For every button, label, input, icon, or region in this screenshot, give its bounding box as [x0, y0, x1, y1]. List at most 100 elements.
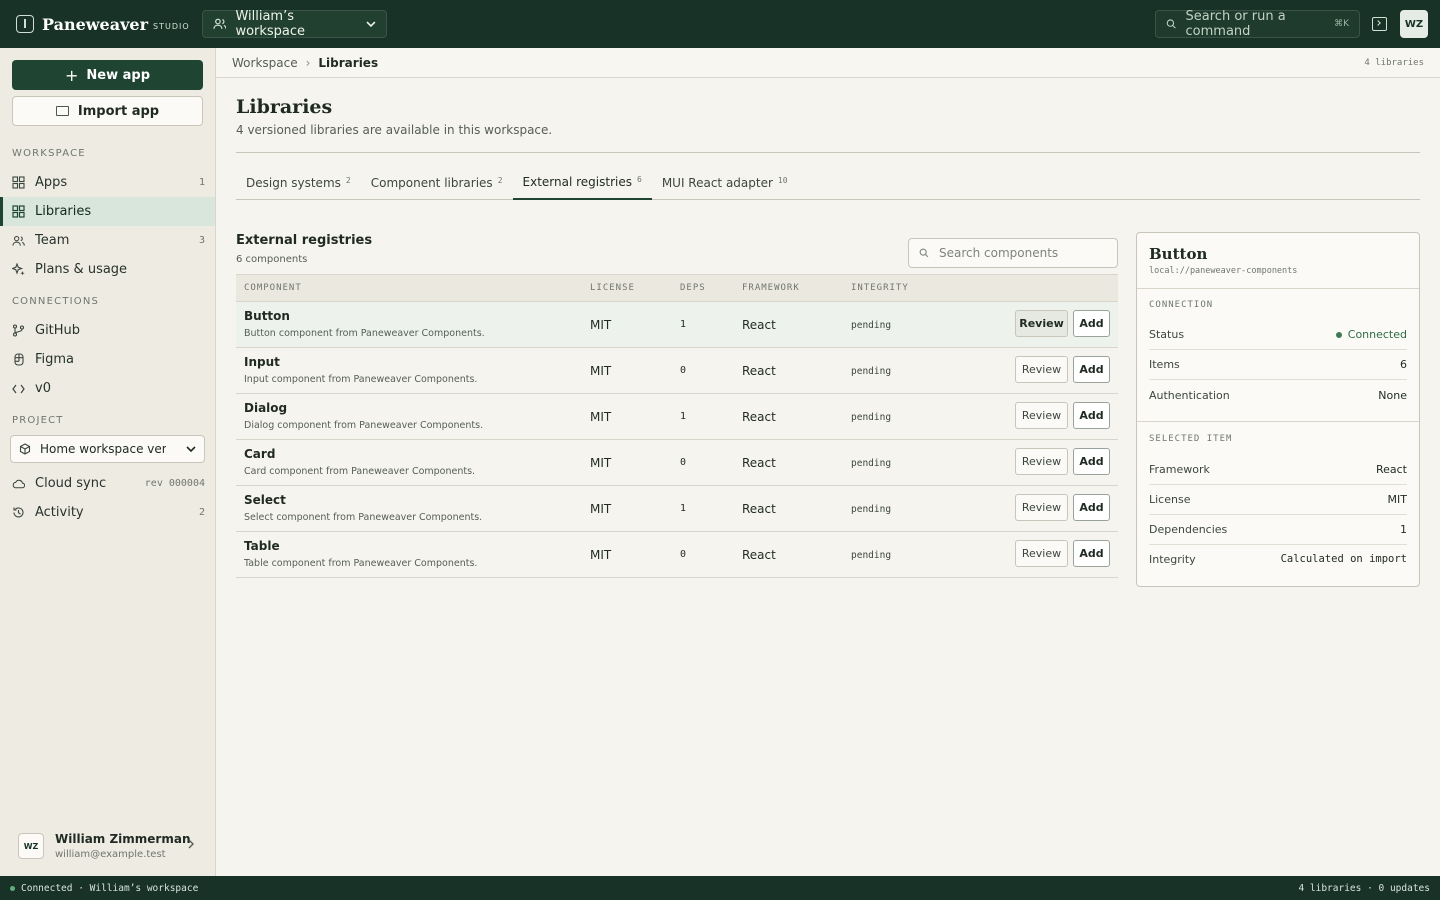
tab-external-registries[interactable]: External registries 6 — [512, 166, 652, 200]
review-button[interactable]: Review — [1015, 402, 1068, 429]
sidebar-item-apps[interactable]: Apps 1 — [0, 168, 215, 197]
detail-key: Items — [1149, 358, 1180, 371]
sidebar-item-libraries[interactable]: Libraries — [0, 197, 215, 226]
sidebar-item-count: 1 — [198, 177, 205, 188]
review-button[interactable]: Review — [1015, 494, 1068, 521]
sidebar-item-activity[interactable]: Activity 2 — [0, 498, 215, 527]
tab-count: 6 — [636, 174, 642, 184]
component-deps: 0 — [680, 457, 687, 468]
search-placeholder: Search components — [939, 246, 1059, 260]
sidebar-item-plans[interactable]: Plans & usage — [0, 255, 215, 284]
sidebar-item-github[interactable]: GitHub — [0, 316, 215, 345]
component-description: Input component from Paneweaver Componen… — [244, 374, 478, 385]
component-name: Card — [244, 447, 276, 461]
add-button[interactable]: Add — [1073, 494, 1110, 521]
sidebar-item-label: GitHub — [35, 323, 81, 338]
add-button[interactable]: Add — [1073, 356, 1110, 383]
section-subtitle: 6 components — [236, 254, 308, 265]
chevron-down-icon — [366, 21, 376, 27]
detail-value: 1 — [1400, 523, 1407, 536]
tab-design-systems[interactable]: Design systems 2 — [236, 166, 361, 200]
status-value: Connected — [1347, 328, 1407, 341]
sidebar-item-figma[interactable]: Figma — [0, 345, 215, 374]
component-deps: 1 — [680, 503, 687, 514]
review-button[interactable]: Review — [1015, 448, 1068, 475]
user-email: william@example.test — [55, 849, 166, 860]
tab-count: 2 — [345, 175, 351, 185]
component-name: Input — [244, 355, 280, 369]
table-row[interactable]: Dialog Dialog component from Paneweaver … — [236, 394, 1118, 440]
chevron-right-icon: › — [305, 55, 311, 70]
add-button[interactable]: Add — [1073, 402, 1110, 429]
code-icon — [12, 382, 25, 395]
column-header-framework: FRAMEWORK — [742, 283, 800, 293]
project-select-value: Home workspace version — [40, 442, 166, 456]
sidebar-item-v0[interactable]: v0 — [0, 374, 215, 403]
sidebar-item-label: Team — [35, 233, 70, 248]
command-search[interactable]: Search or run a command ⌘K — [1155, 9, 1360, 39]
component-framework: React — [742, 364, 776, 378]
folder-icon — [55, 106, 69, 116]
people-icon — [12, 234, 25, 247]
detail-value: None — [1378, 389, 1407, 402]
table-row[interactable]: Card Card component from Paneweaver Comp… — [236, 440, 1118, 486]
import-app-button[interactable]: Import app — [12, 96, 203, 126]
connection-dot-icon — [10, 885, 15, 891]
sidebar-item-label: Cloud sync — [35, 476, 107, 491]
terminal-icon[interactable] — [1372, 17, 1387, 31]
grid-icon — [12, 205, 25, 218]
detail-key: Status — [1149, 328, 1185, 341]
table-row[interactable]: Input Input component from Paneweaver Co… — [236, 348, 1118, 394]
table-row[interactable]: Button Button component from Paneweaver … — [236, 302, 1118, 348]
sidebar-item-label: Apps — [35, 175, 68, 190]
review-button[interactable]: Review — [1015, 356, 1068, 383]
component-search-input[interactable]: Search components — [908, 238, 1118, 268]
add-button[interactable]: Add — [1073, 540, 1110, 567]
plus-icon: + — [64, 65, 79, 85]
component-description: Table component from Paneweaver Componen… — [244, 558, 478, 569]
tab-label: External registries — [522, 175, 632, 189]
tab-count: 10 — [777, 175, 788, 185]
user-card[interactable]: WZ William Zimmerman william@example.tes… — [18, 828, 204, 864]
table-row[interactable]: Select Select component from Paneweaver … — [236, 486, 1118, 532]
sidebar-item-count: 2 — [198, 507, 205, 518]
brand-name: Paneweaver — [42, 14, 149, 34]
component-integrity: pending — [851, 412, 892, 423]
breadcrumb-workspace[interactable]: Workspace — [232, 56, 298, 70]
review-button[interactable]: Review — [1015, 540, 1068, 567]
table-row[interactable]: Table Table component from Paneweaver Co… — [236, 532, 1118, 578]
command-search-placeholder: Search or run a command — [1185, 9, 1286, 39]
component-deps: 0 — [680, 365, 687, 376]
sidebar-item-team[interactable]: Team 3 — [0, 226, 215, 255]
brand[interactable]: Paneweaver STUDIO — [16, 15, 190, 34]
workspace-select[interactable]: William’s workspace — [201, 9, 387, 39]
detail-row-framework: Framework React — [1149, 455, 1407, 485]
project-select[interactable]: Home workspace version — [10, 435, 205, 463]
library-count: 4 libraries — [1364, 57, 1424, 68]
component-framework: React — [742, 502, 776, 516]
detail-value: MIT — [1387, 493, 1407, 506]
add-button[interactable]: Add — [1073, 448, 1110, 475]
user-avatar[interactable]: WZ — [1400, 10, 1428, 38]
status-bar-left: Connected · William’s workspace — [21, 882, 199, 894]
project-section-label: PROJECT — [12, 415, 64, 426]
column-header-deps: DEPS — [680, 283, 706, 293]
tab-label: MUI React adapter — [661, 176, 773, 190]
review-button[interactable]: Review — [1015, 310, 1068, 337]
add-button[interactable]: Add — [1073, 310, 1110, 337]
component-license: MIT — [590, 548, 612, 562]
sidebar: + New app Import app WORKSPACE Apps 1 Li… — [0, 48, 216, 876]
new-app-button[interactable]: + New app — [12, 60, 203, 90]
sidebar-item-cloud-sync[interactable]: Cloud sync rev 000004 — [0, 469, 215, 498]
column-header-component: COMPONENT — [244, 283, 302, 293]
sparkle-icon — [12, 263, 25, 276]
detail-row-items: Items 6 — [1149, 350, 1407, 380]
tab-component-libraries[interactable]: Component libraries 2 — [361, 166, 513, 200]
tab-mui-react-adapter[interactable]: MUI React adapter 10 — [652, 166, 798, 200]
table-header: COMPONENT LICENSE DEPS FRAMEWORK INTEGRI… — [236, 274, 1118, 302]
connection-section-label: CONNECTION — [1149, 300, 1214, 310]
tab-count: 2 — [497, 175, 503, 185]
brand-tag: STUDIO — [153, 22, 190, 31]
divider — [1137, 421, 1419, 422]
component-license: MIT — [590, 502, 612, 516]
